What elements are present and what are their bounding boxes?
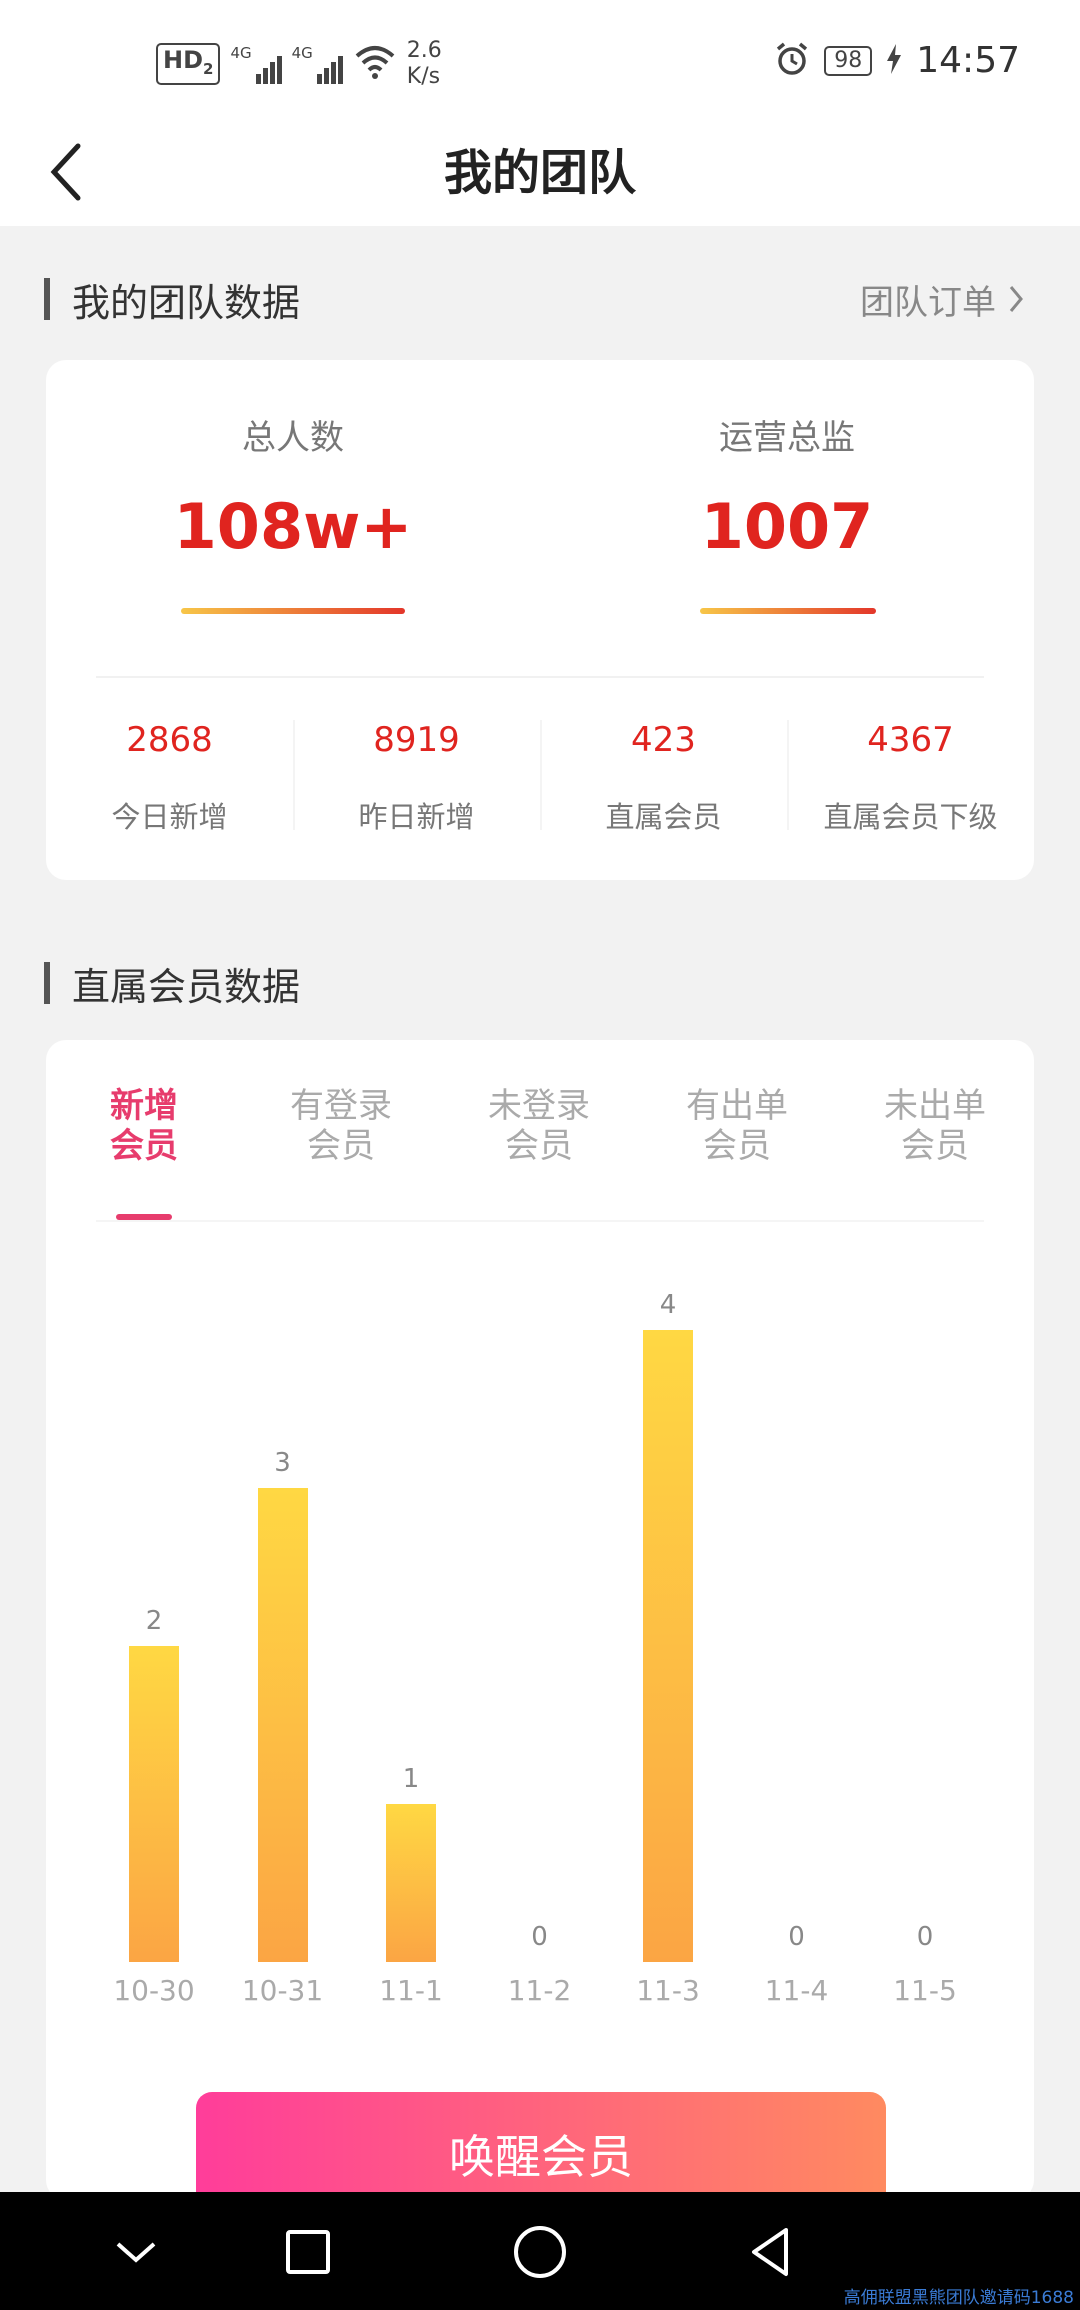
- square-icon: [286, 2230, 330, 2274]
- member-data-header: 直属会员数据: [44, 958, 301, 1009]
- card-divider: [96, 676, 984, 678]
- back-button[interactable]: [48, 134, 108, 210]
- nav-recents-button[interactable]: [276, 2220, 340, 2284]
- chart-x-tick-label: 11-5: [893, 1974, 957, 2007]
- wifi-icon: [353, 44, 397, 84]
- signal-icon: 4G: [230, 44, 282, 84]
- stat-value: 4367: [867, 720, 954, 760]
- hd-label: HD: [163, 45, 204, 74]
- chevron-left-icon: [50, 143, 81, 201]
- stat-value: 423: [631, 720, 696, 760]
- total-underline: [181, 608, 405, 614]
- status-right: 98 14:57: [774, 40, 1020, 81]
- chart-data-label: 2: [145, 1606, 163, 1636]
- chart-data-label: 0: [788, 1922, 805, 1952]
- battery-icon: 98: [824, 45, 873, 76]
- stat-label: 昨日新增: [358, 800, 475, 834]
- nav-home-button[interactable]: [508, 2220, 572, 2284]
- chart-x-tick-label: 11-1: [379, 1974, 443, 2007]
- page-title: 我的团队: [443, 145, 636, 201]
- stat-direct-subordinates[interactable]: 4367 直属会员下级: [787, 700, 1034, 850]
- ops-director-label: 运营总监: [719, 418, 855, 458]
- chart-x-tick-label: 11-2: [507, 1974, 572, 2007]
- chart-bar: [643, 1330, 693, 1962]
- net-speed: 2.6 K/s: [407, 38, 453, 90]
- ops-underline: [700, 608, 876, 614]
- total-members-label: 总人数: [242, 418, 344, 458]
- stat-value: 8919: [373, 720, 460, 760]
- chevron-down-icon: [116, 2242, 156, 2263]
- chart-data-label: 0: [916, 1922, 934, 1952]
- section-marker: [44, 962, 50, 1004]
- team-data-card: 总人数 108w+ 运营总监 1007 2868 今日新增 8919 昨日新增 …: [46, 360, 1034, 880]
- charging-icon: [886, 43, 902, 78]
- battery-level: 98: [834, 47, 863, 73]
- chart-data-label: 4: [659, 1290, 677, 1320]
- system-nav-bar: 高佣联盟黑熊团队邀请码1688: [0, 2192, 1080, 2310]
- status-bar: HD2 4G 4G 2.6 K/s 98 14:57: [0, 0, 1080, 120]
- section-marker: [44, 278, 50, 320]
- chart-x-tick-label: 10-30: [113, 1974, 195, 2007]
- watermark: 高佣联盟黑熊团队邀请码1688: [843, 2288, 1074, 2308]
- chart-data-label: 1: [402, 1764, 420, 1794]
- chart-x-tick-label: 11-3: [636, 1974, 700, 2007]
- team-orders-link[interactable]: 团队订单: [860, 274, 1024, 324]
- stat-label: 直属会员下级: [823, 800, 998, 834]
- hd-icon: HD2: [156, 42, 221, 86]
- member-data-title: 直属会员数据: [72, 964, 301, 1009]
- chevron-right-icon: [1009, 286, 1023, 312]
- status-left: HD2 4G 4G 2.6 K/s: [156, 38, 453, 90]
- alarm-icon: [774, 41, 810, 81]
- clock: 14:57: [916, 40, 1020, 81]
- member-data-card: 新增 会员 有登录 会员 未登录 会员 有出单 会员 未出单 会员 2 10-30…: [46, 1040, 1034, 2200]
- team-data-title: 我的团队数据: [72, 280, 301, 325]
- stat-value: 2868: [126, 720, 213, 760]
- nav-down-button[interactable]: [104, 2220, 168, 2284]
- nav-back-button[interactable]: [740, 2220, 804, 2284]
- net-speed-unit: K/s: [406, 64, 441, 89]
- ops-director-value: 1007: [700, 490, 874, 563]
- signal-icon-2: 4G: [292, 44, 343, 84]
- chart-bar: [386, 1804, 436, 1962]
- stat-today-new[interactable]: 2868 今日新增: [46, 700, 293, 850]
- net-speed-value: 2.6: [406, 38, 442, 63]
- chart-data-label: 0: [531, 1922, 548, 1952]
- new-members-bar-chart: 2 10-30 3 10-31 1 11-1 0 11-2 4 11-3 0 11-4 0 11-5: [46, 1040, 1034, 2040]
- chart-x-tick-label: 11-4: [764, 1974, 829, 2007]
- network-type-2: 4G: [291, 44, 313, 62]
- stat-yesterday-new[interactable]: 8919 昨日新增: [293, 700, 540, 850]
- hd-sub: 2: [203, 59, 214, 78]
- stat-label: 今日新增: [111, 800, 228, 834]
- circle-icon: [514, 2226, 566, 2278]
- chart-bar: [129, 1646, 179, 1962]
- stat-label: 直属会员: [605, 800, 722, 834]
- network-type-1: 4G: [230, 44, 252, 62]
- team-data-header: 我的团队数据: [44, 274, 301, 325]
- stat-direct-members[interactable]: 423 直属会员: [540, 700, 787, 850]
- total-members-value: 108w+: [173, 490, 413, 563]
- triangle-back-icon: [752, 2228, 788, 2276]
- team-orders-label: 团队订单: [860, 282, 996, 323]
- chart-data-label: 3: [274, 1448, 291, 1478]
- title-bar: 我的团队: [0, 120, 1080, 226]
- chart-x-tick-label: 10-31: [241, 1974, 324, 2007]
- chart-bar: [257, 1488, 308, 1962]
